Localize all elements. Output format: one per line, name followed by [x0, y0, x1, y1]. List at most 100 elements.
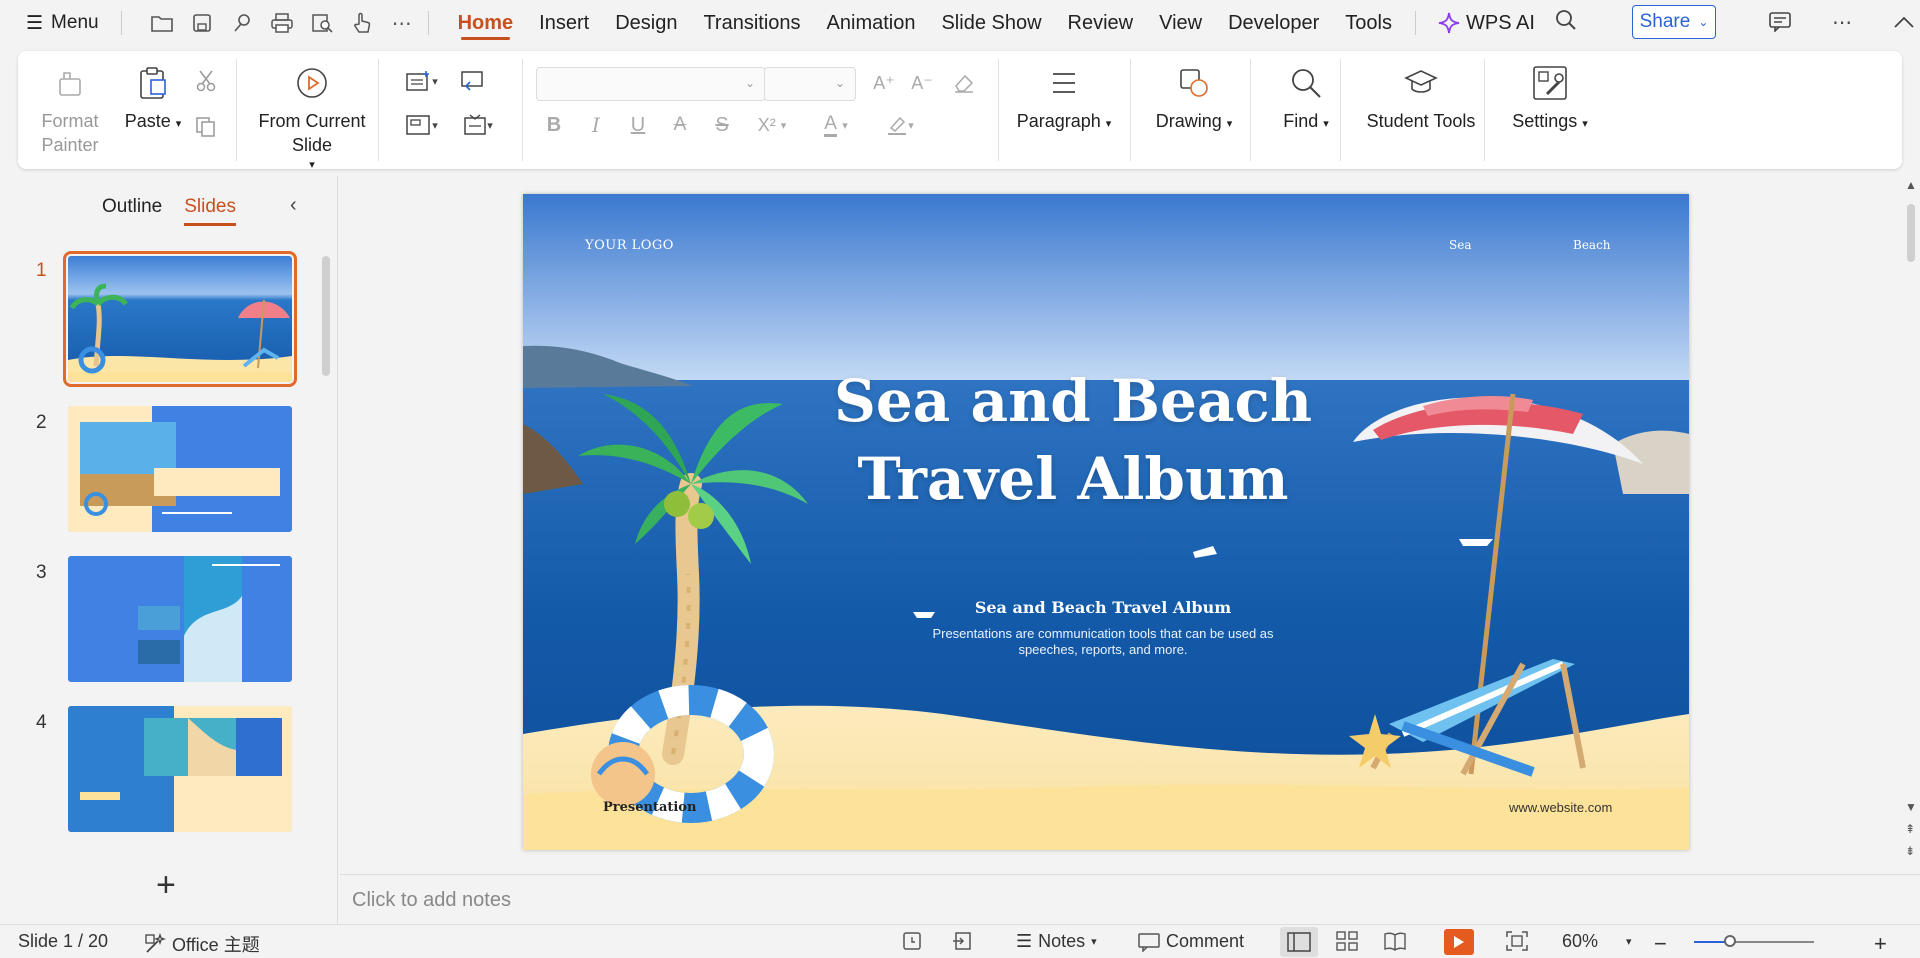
layout-icon[interactable]: ▾ — [398, 109, 446, 141]
ribbon-tabs: Home Insert Design Transitions Animation… — [445, 0, 1405, 46]
pane-tabs: Outline Slides — [102, 196, 236, 226]
slide-thumbnail-1[interactable] — [63, 251, 297, 387]
font-color-icon[interactable]: A ▾ — [810, 109, 862, 141]
paragraph-button[interactable]: Paragraph ▾ — [1014, 65, 1114, 136]
zoom-slider[interactable] — [1694, 935, 1814, 947]
comment-icon[interactable] — [1764, 6, 1796, 38]
search-icon[interactable] — [1555, 9, 1577, 37]
slide-indicator: Slide 1 / 20 — [18, 931, 109, 951]
drawing-button[interactable]: Drawing ▾ — [1144, 65, 1244, 136]
slides-pane: Outline Slides ‹ 1 2 3 4 + — [0, 176, 338, 924]
eraser-icon[interactable] — [946, 67, 982, 99]
share-button[interactable]: Share ⌄ — [1632, 5, 1716, 39]
theme-indicator[interactable]: Office 主题 — [144, 931, 260, 957]
presenter-icon[interactable] — [952, 931, 974, 951]
slide-description: Presentations are communication tools th… — [932, 626, 1274, 657]
tab-view[interactable]: View — [1146, 0, 1215, 46]
from-current-slide-label: From Current Slide — [258, 111, 366, 155]
slide-sorter-icon[interactable] — [1336, 931, 1358, 951]
tab-review[interactable]: Review — [1055, 0, 1147, 46]
divider — [1250, 59, 1251, 161]
increase-font-icon[interactable]: A⁺ — [866, 67, 902, 99]
italic-icon[interactable]: I — [578, 109, 614, 141]
chevron-left-icon[interactable]: ‹ — [290, 194, 297, 217]
cut-icon[interactable] — [188, 65, 224, 97]
slide-title: Sea and Beach Travel Album — [833, 367, 1313, 513]
zoom-in-icon[interactable]: + — [1874, 931, 1887, 957]
zoom-out-icon[interactable]: − — [1654, 931, 1667, 957]
open-folder-icon[interactable] — [146, 7, 178, 39]
more-options-icon[interactable]: ⋯ — [1826, 6, 1858, 38]
tab-insert[interactable]: Insert — [526, 0, 602, 46]
fit-to-window-icon[interactable] — [1506, 931, 1528, 951]
pane-scrollbar[interactable] — [322, 256, 330, 376]
paste-button[interactable]: Paste ▾ — [118, 65, 188, 136]
scroll-down-icon[interactable]: ▼ — [1905, 800, 1917, 814]
pen-icon[interactable] — [226, 7, 258, 39]
settings-button[interactable]: Settings ▾ — [1500, 65, 1600, 136]
more-icon[interactable]: ⋯ — [386, 7, 418, 39]
hamburger-icon: ☰ — [26, 12, 44, 34]
tab-animation[interactable]: Animation — [814, 0, 929, 46]
main-menu-button[interactable]: ☰ Menu — [0, 12, 111, 35]
notes-toggle[interactable]: ☰ Notes ▾ — [1016, 931, 1097, 952]
tab-home[interactable]: Home — [445, 0, 527, 46]
tab-outline[interactable]: Outline — [102, 196, 162, 218]
save-icon[interactable] — [186, 7, 218, 39]
section-icon[interactable]: ▾ — [454, 109, 502, 141]
wps-ai-button[interactable]: WPS AI — [1426, 12, 1547, 35]
tab-slides[interactable]: Slides — [184, 196, 236, 226]
divider — [1414, 11, 1416, 35]
reuse-slide-icon[interactable] — [454, 65, 490, 97]
chevron-down-icon: ▾ — [1091, 936, 1097, 948]
highlight-icon[interactable]: ▾ — [874, 109, 926, 141]
current-slide[interactable]: YOUR LOGO Sea Beach Sea and Beach Travel… — [523, 194, 1689, 850]
new-slide-icon[interactable]: ▾ — [398, 65, 446, 97]
slide-number: 3 — [36, 562, 47, 583]
divider — [1340, 59, 1341, 161]
normal-view-button[interactable] — [1280, 927, 1318, 957]
collapse-ribbon-icon[interactable] — [1888, 6, 1920, 38]
slide-thumbnail-3[interactable] — [68, 556, 292, 682]
tab-transitions[interactable]: Transitions — [690, 0, 813, 46]
font-family-select[interactable]: ⌄ — [536, 67, 766, 101]
double-strikethrough-icon[interactable]: S — [704, 109, 740, 141]
slide-thumbnail-2[interactable] — [68, 406, 292, 532]
zoom-level[interactable]: 60% ▾ — [1562, 931, 1632, 952]
paint-bucket-icon — [52, 65, 88, 101]
hand-touch-icon[interactable] — [346, 7, 378, 39]
next-slide-icon[interactable]: ⇟ — [1905, 844, 1915, 858]
strikethrough-icon[interactable]: A — [662, 109, 698, 141]
reading-view-icon[interactable] — [1384, 931, 1406, 951]
from-current-slide-button[interactable]: From Current Slide ▾ — [250, 65, 374, 177]
add-slide-icon[interactable]: + — [156, 866, 176, 905]
underline-icon[interactable]: U — [620, 109, 656, 141]
format-painter-button[interactable]: Format Painter — [40, 65, 100, 157]
slide-thumbnail-4[interactable] — [68, 706, 292, 832]
graduation-cap-icon — [1403, 65, 1439, 101]
copy-icon[interactable] — [188, 111, 224, 143]
tab-design[interactable]: Design — [602, 0, 690, 46]
font-size-select[interactable]: ⌄ — [764, 67, 856, 101]
slideshow-play-button[interactable] — [1444, 929, 1474, 955]
canvas-scrollbar[interactable]: ▲ ▼ ⇞ ⇟ — [1902, 176, 1920, 874]
recovery-icon[interactable] — [902, 931, 922, 951]
decrease-font-icon[interactable]: A⁻ — [904, 67, 940, 99]
drawing-label: Drawing ▾ — [1155, 111, 1233, 131]
divider — [998, 59, 999, 161]
scrollbar-thumb[interactable] — [1907, 204, 1915, 262]
student-tools-button[interactable]: Student Tools — [1356, 65, 1486, 133]
print-icon[interactable] — [266, 7, 298, 39]
print-preview-icon[interactable] — [306, 7, 338, 39]
bold-icon[interactable]: B — [536, 109, 572, 141]
notes-pane[interactable]: Click to add notes — [340, 874, 1920, 924]
tab-developer[interactable]: Developer — [1215, 0, 1332, 46]
tab-slide-show[interactable]: Slide Show — [928, 0, 1054, 46]
scroll-up-icon[interactable]: ▲ — [1905, 178, 1917, 192]
tab-tools[interactable]: Tools — [1332, 0, 1405, 46]
find-button[interactable]: Find ▾ — [1266, 65, 1346, 136]
previous-slide-icon[interactable]: ⇞ — [1905, 822, 1915, 836]
superscript-icon[interactable]: X² ▾ — [746, 109, 798, 141]
comment-toggle[interactable]: Comment — [1138, 931, 1244, 952]
zoom-slider-handle[interactable] — [1724, 935, 1736, 947]
